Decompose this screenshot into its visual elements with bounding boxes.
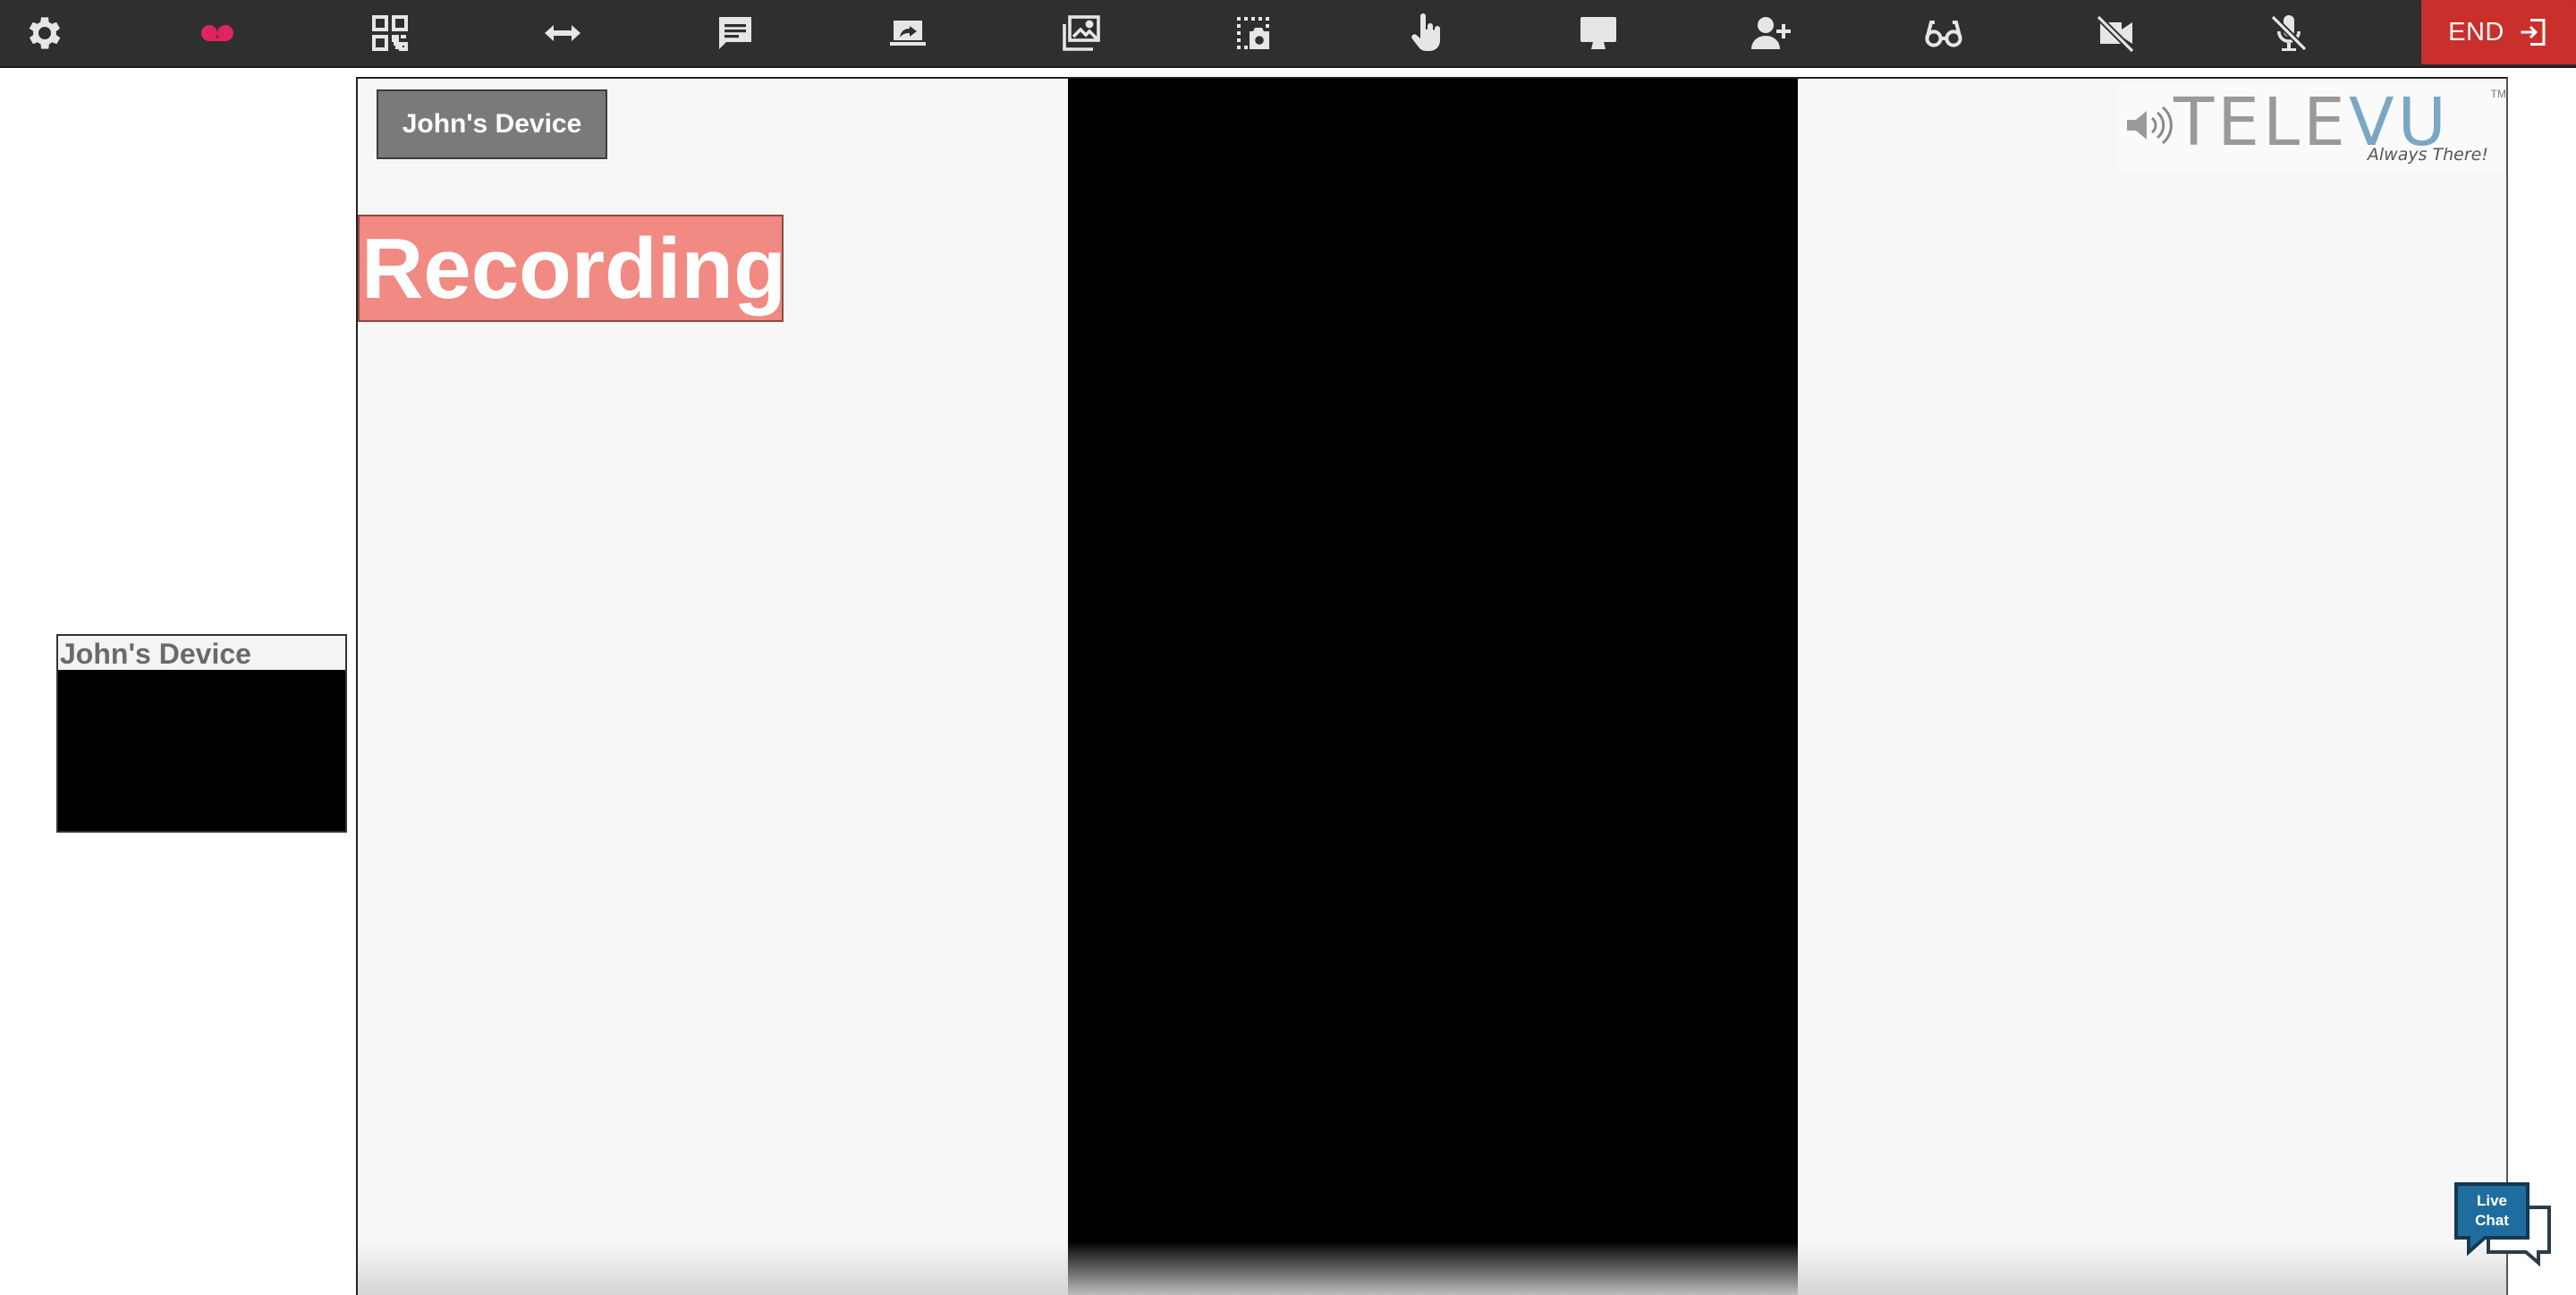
logo-tagline: Always There! [2367, 145, 2488, 165]
end-call-button[interactable]: END [2421, 0, 2576, 64]
participant-thumbnail[interactable]: John's Device [56, 634, 347, 833]
stage-bottom-shadow [358, 1241, 2506, 1295]
display-button[interactable] [1555, 0, 1641, 66]
record-button[interactable] [174, 0, 260, 66]
gallery-icon [1063, 15, 1100, 51]
settings-button[interactable] [2, 0, 88, 66]
video-off-button[interactable] [2073, 0, 2159, 66]
qr-code-icon [372, 15, 408, 51]
participant-name: John's Device [58, 636, 345, 670]
mic-off-button[interactable] [2246, 0, 2332, 66]
exit-icon [2521, 19, 2546, 46]
live-chat-line2: Chat [2475, 1212, 2509, 1229]
trademark-mark: TM [2490, 88, 2506, 100]
share-screen-button[interactable] [865, 0, 951, 66]
glasses-icon [1925, 21, 1962, 47]
device-label: John's Device [377, 89, 607, 159]
live-chat-widget[interactable]: Live Chat [2453, 1181, 2556, 1267]
qr-code-button[interactable] [347, 0, 433, 66]
main-video-stage: John's Device Recording TELEVU Always Th… [356, 77, 2508, 1295]
remote-video-feed [1068, 79, 1798, 1295]
live-chat-line1: Live [2476, 1192, 2508, 1209]
glasses-button[interactable] [1901, 0, 1987, 66]
chat-bubble-icon [719, 17, 751, 49]
hand-pointer-icon [1411, 13, 1440, 51]
chat-button[interactable] [692, 0, 778, 66]
end-call-label: END [2448, 17, 2504, 47]
gallery-button[interactable] [1038, 0, 1123, 66]
toolbar: END [0, 0, 2576, 68]
logo-text-tele: TELE [2174, 84, 2349, 161]
add-user-icon [1751, 17, 1791, 49]
pointer-button[interactable] [1383, 0, 1469, 66]
live-chat-text: Live Chat [2465, 1191, 2519, 1231]
double-arrow-icon [545, 25, 580, 41]
video-off-icon [2096, 14, 2135, 54]
mic-off-icon [2270, 14, 2308, 52]
monitor-icon [1580, 17, 1616, 49]
snapshot-icon [1237, 17, 1269, 49]
share-screen-icon [890, 21, 926, 46]
resize-button[interactable] [520, 0, 606, 66]
add-user-button[interactable] [1728, 0, 1814, 66]
recording-indicator: Recording [358, 215, 784, 322]
speaker-icon [2127, 106, 2173, 145]
gear-icon [29, 17, 61, 49]
televu-logo: TELEVU Always There! TM [2118, 84, 2506, 174]
snapshot-button[interactable] [1210, 0, 1296, 66]
record-icon [201, 25, 233, 41]
